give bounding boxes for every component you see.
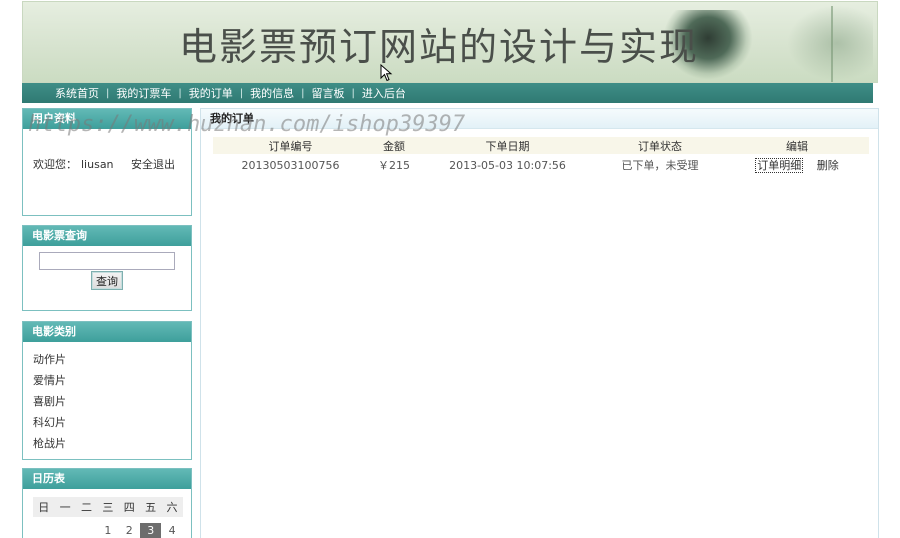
order-detail-link[interactable]: 订单明细: [755, 158, 804, 173]
calendar-weekdays: 日 一 二 三 四 五 六: [33, 497, 183, 517]
status-cell: 已下单，未受理: [621, 159, 699, 172]
nav-item-orders[interactable]: 我的订单: [182, 85, 240, 101]
user-info-box: 用户资料 欢迎您： liusan 安全退出: [22, 108, 192, 216]
search-input[interactable]: [39, 252, 175, 270]
main-panel: 我的订单 订单编号 金额 下单日期 订单状态 编辑 20130503100756…: [200, 108, 879, 538]
date-cell: 2013-05-03 10:07:56: [449, 158, 566, 172]
weekday-label: 六: [166, 501, 178, 514]
column-header-status: 订单状态: [595, 137, 725, 154]
leaf-decoration: [783, 2, 873, 82]
weekday-label: 一: [59, 501, 71, 514]
nav-item-home[interactable]: 系统首页: [48, 85, 106, 101]
ticket-search-box: 电影票查询 查询: [22, 225, 192, 311]
calendar-day[interactable]: 1: [97, 523, 118, 538]
welcome-line: 欢迎您： liusan 安全退出: [33, 156, 179, 172]
vine-decoration: [831, 6, 833, 82]
column-header-edit: 编辑: [725, 137, 869, 154]
category-item[interactable]: 喜剧片: [33, 391, 191, 412]
table-row: 20130503100756 ￥215 2013-05-03 10:07:56 …: [213, 154, 869, 176]
mouse-pointer-icon: [380, 64, 393, 82]
category-box-title: 电影类别: [23, 322, 191, 342]
weekday-label: 五: [145, 501, 157, 514]
orders-table: 订单编号 金额 下单日期 订单状态 编辑 20130503100756 ￥215…: [213, 137, 869, 176]
category-list: 动作片 爱情片 喜剧片 科幻片 枪战片: [23, 342, 191, 454]
column-header-amount: 金额: [368, 137, 420, 154]
username: liusan: [81, 158, 114, 171]
nav-item-guestbook[interactable]: 留言板: [305, 85, 352, 101]
welcome-label: 欢迎您：: [33, 158, 77, 171]
column-header-date: 下单日期: [420, 137, 595, 154]
weekday-label: 日: [38, 501, 50, 514]
weekday-label: 三: [102, 501, 114, 514]
delete-order-link[interactable]: 删除: [817, 159, 839, 172]
calendar-day[interactable]: 4: [161, 523, 182, 538]
calendar-day-today[interactable]: 3: [140, 523, 162, 538]
category-item[interactable]: 动作片: [33, 349, 191, 370]
calendar-day[interactable]: 2: [119, 523, 140, 538]
weekday-label: 二: [80, 501, 92, 514]
page-title: 我的订单: [201, 109, 878, 129]
nav-item-admin[interactable]: 进入后台: [355, 85, 413, 101]
movie-category-box: 电影类别 动作片 爱情片 喜剧片 科幻片 枪战片: [22, 321, 192, 460]
search-box-title: 电影票查询: [23, 226, 191, 246]
nav-item-profile[interactable]: 我的信息: [243, 85, 301, 101]
order-no-cell: 20130503100756: [241, 158, 340, 172]
category-item[interactable]: 枪战片: [33, 433, 191, 454]
category-item[interactable]: 爱情片: [33, 370, 191, 391]
calendar-box-title: 日历表: [23, 469, 191, 489]
weekday-label: 四: [123, 501, 135, 514]
nav-item-cart[interactable]: 我的订票车: [109, 85, 178, 101]
calendar-box: 日历表 日 一 二 三 四 五 六 1 2 3 4: [22, 468, 192, 538]
category-item[interactable]: 科幻片: [33, 412, 191, 433]
top-nav: 系统首页 | 我的订票车 | 我的订单 | 我的信息 | 留言板 | 进入后台: [22, 83, 873, 103]
site-title: 电影票预订网站的设计与实现: [179, 25, 700, 69]
column-header-order-no: 订单编号: [213, 137, 368, 154]
user-box-title: 用户资料: [23, 109, 191, 129]
calendar-days: 1 2 3 4: [33, 523, 183, 538]
edit-cell: 订单明细 删除: [725, 154, 869, 176]
search-button[interactable]: 查询: [91, 271, 123, 290]
site-banner: 电影票预订网站的设计与实现: [22, 1, 878, 83]
logout-link[interactable]: 安全退出: [131, 158, 175, 171]
amount-cell: ￥215: [378, 159, 410, 172]
table-header-row: 订单编号 金额 下单日期 订单状态 编辑: [213, 137, 869, 154]
